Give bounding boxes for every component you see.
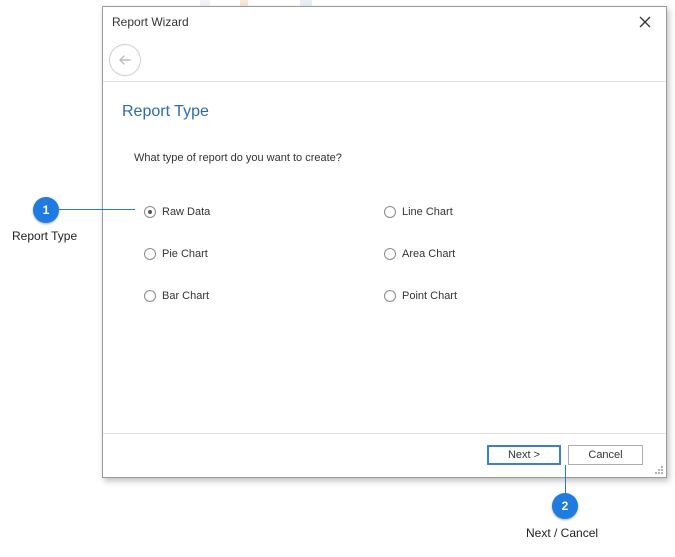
callout-line-2 xyxy=(565,465,566,493)
radio-label: Point Chart xyxy=(402,290,458,302)
callout-label-1: Report Type xyxy=(12,229,78,243)
page: Report Wizard Report Type What type of r… xyxy=(0,0,675,557)
callout-label-2: Next / Cancel xyxy=(526,526,599,540)
radio-label: Raw Data xyxy=(162,206,211,218)
radio-bar-chart[interactable]: Bar Chart xyxy=(144,287,209,305)
report-wizard-dialog: Report Wizard Report Type What type of r… xyxy=(102,6,667,478)
radio-button[interactable] xyxy=(144,290,156,302)
radio-label: Line Chart xyxy=(402,206,453,218)
next-button[interactable]: Next > xyxy=(487,445,561,465)
report-type-question: What type of report do you want to creat… xyxy=(134,152,342,164)
radio-button[interactable] xyxy=(384,290,396,302)
radio-button[interactable] xyxy=(384,206,396,218)
radio-label: Pie Chart xyxy=(162,248,208,260)
radio-area-chart[interactable]: Area Chart xyxy=(384,245,455,263)
cancel-button[interactable]: Cancel xyxy=(568,445,643,465)
footer-divider xyxy=(103,433,666,434)
dialog-title: Report Wizard xyxy=(112,15,189,29)
radio-label: Bar Chart xyxy=(162,290,210,302)
close-icon xyxy=(639,16,651,28)
callout-badge-2: 2 xyxy=(552,493,578,519)
header-divider xyxy=(103,81,666,82)
radio-button[interactable] xyxy=(144,248,156,260)
radio-point-chart[interactable]: Point Chart xyxy=(384,287,457,305)
radio-raw-data[interactable]: Raw Data xyxy=(144,203,210,221)
radio-label: Area Chart xyxy=(402,248,456,260)
callout-line-1 xyxy=(59,209,135,210)
radio-button[interactable] xyxy=(384,248,396,260)
back-arrow-icon xyxy=(119,55,131,65)
resize-grip-icon[interactable] xyxy=(654,465,664,475)
callout-badge-1: 1 xyxy=(33,197,59,223)
back-button[interactable] xyxy=(109,44,141,76)
radio-line-chart[interactable]: Line Chart xyxy=(384,203,453,221)
close-button[interactable] xyxy=(636,13,654,31)
radio-button[interactable] xyxy=(144,206,156,218)
section-title: Report Type xyxy=(122,103,209,120)
radio-pie-chart[interactable]: Pie Chart xyxy=(144,245,208,263)
title-bar: Report Wizard xyxy=(103,7,666,37)
